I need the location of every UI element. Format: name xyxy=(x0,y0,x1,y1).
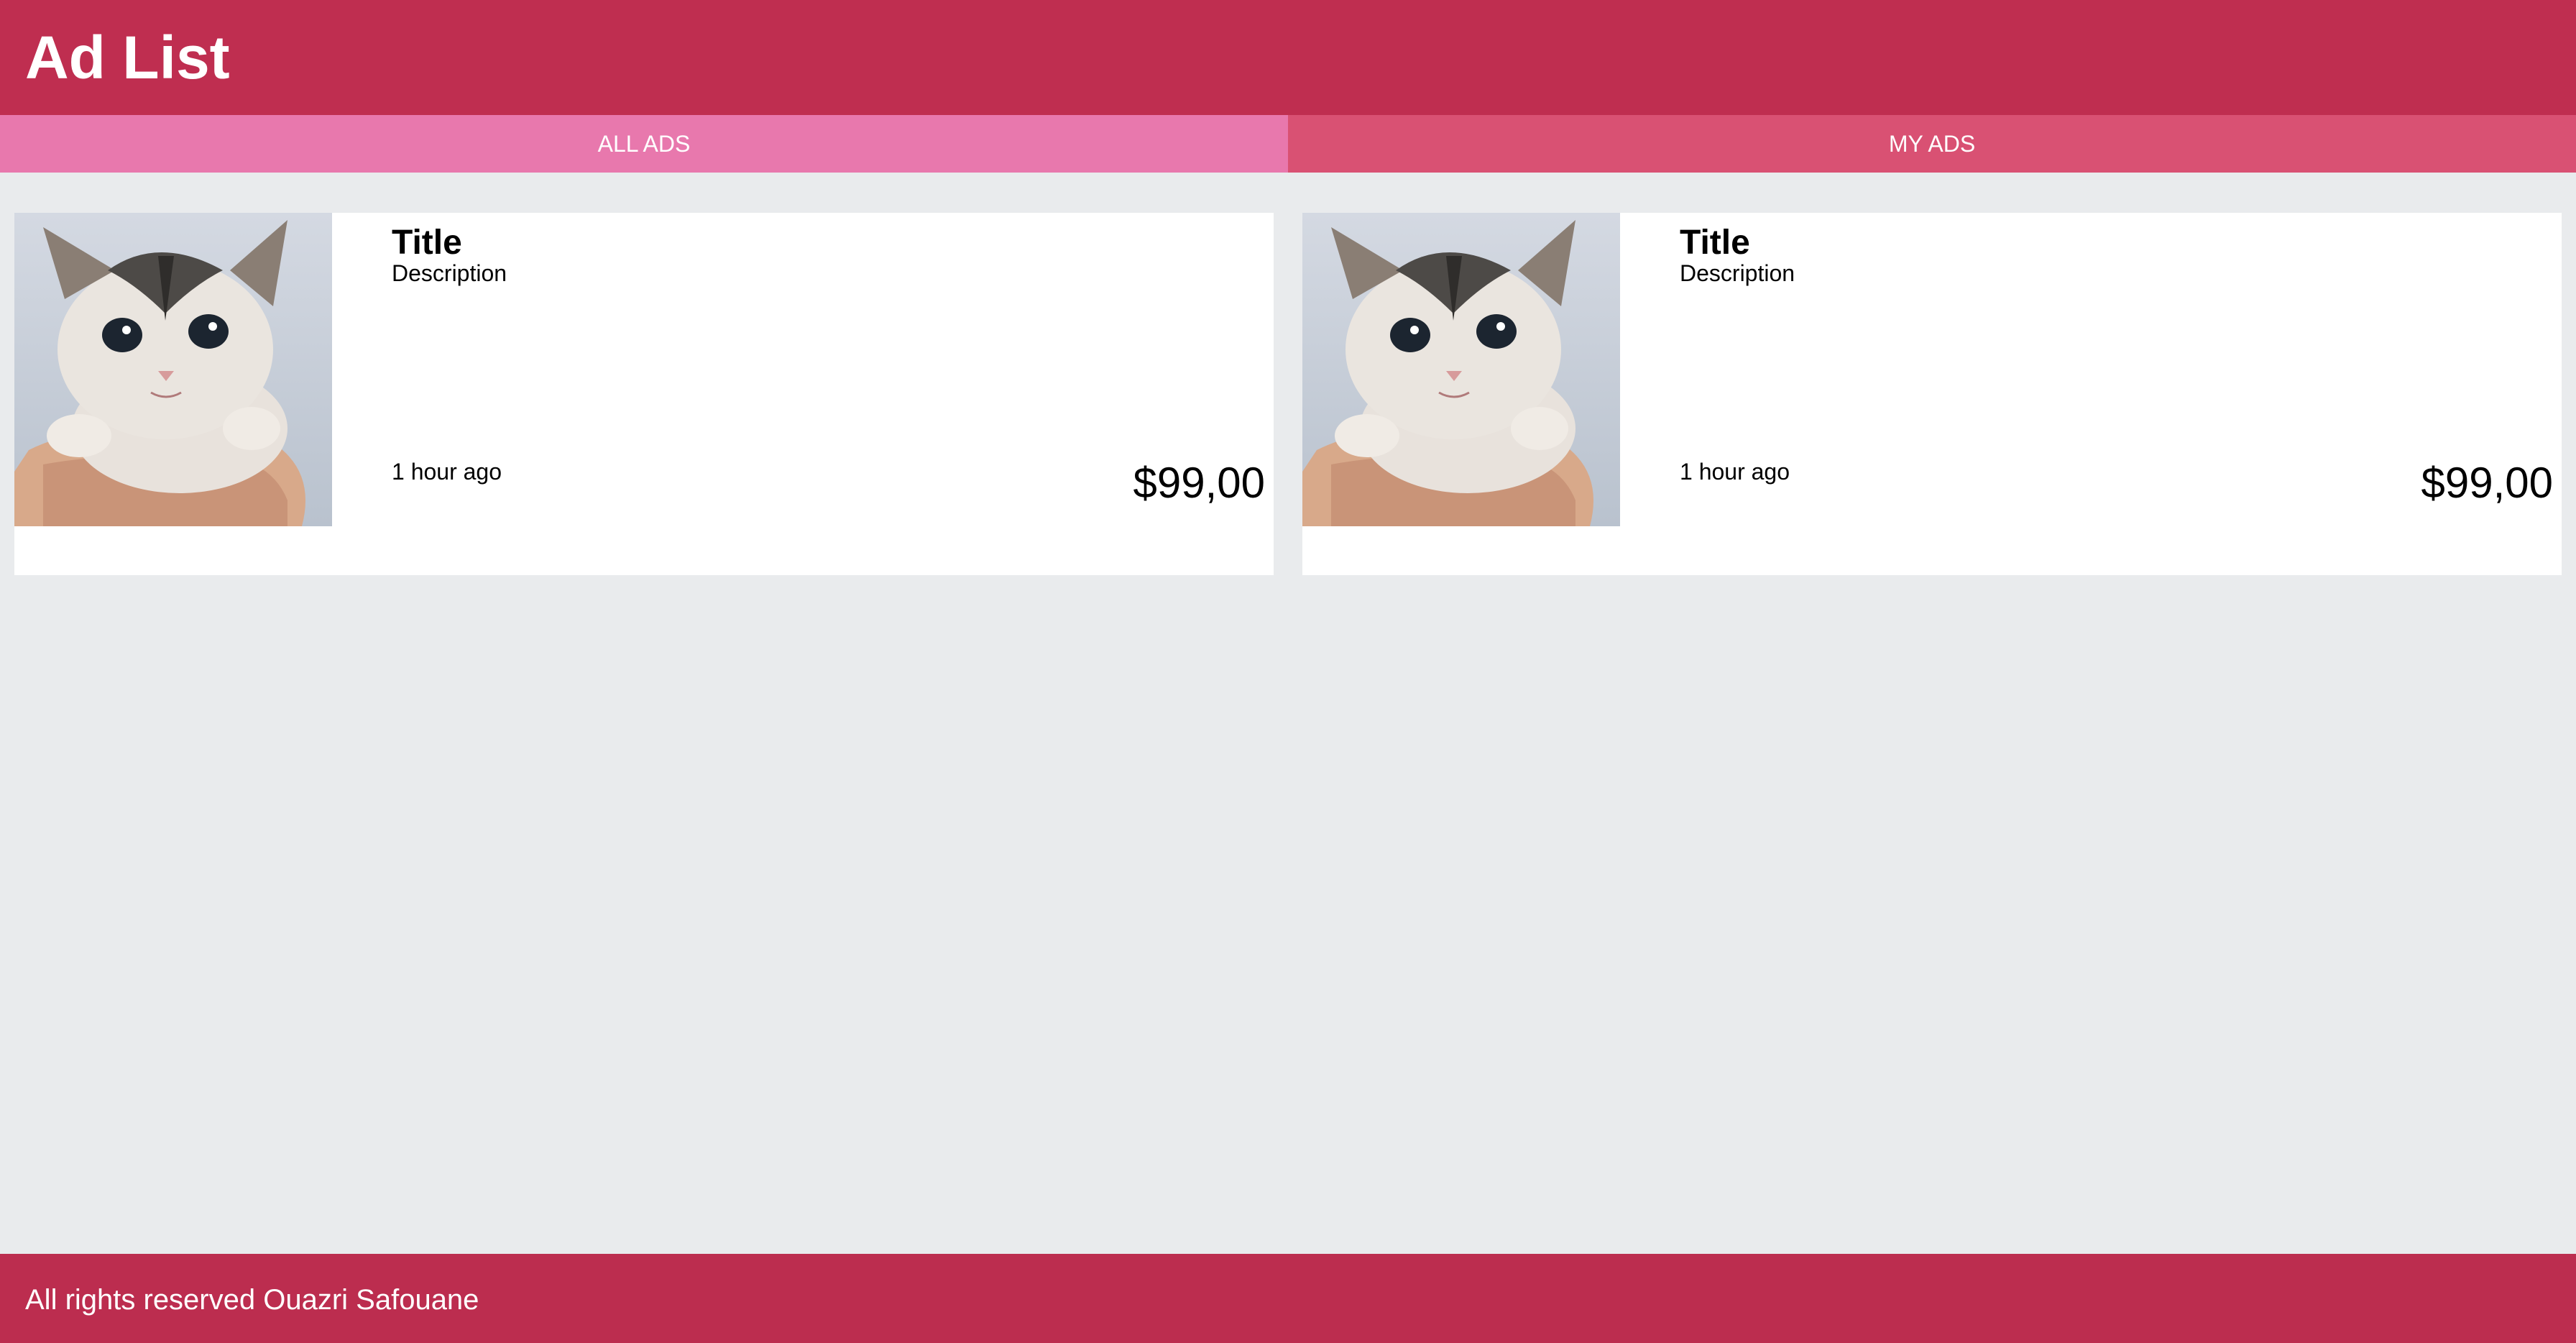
tab-all-ads[interactable]: ALL ADS xyxy=(0,115,1288,173)
ad-description: Description xyxy=(1680,260,1795,286)
ad-timestamp: 1 hour ago xyxy=(392,459,502,485)
kitten-photo-icon xyxy=(1302,213,1620,526)
app-root: Ad List ALL ADS MY ADS Title Description… xyxy=(0,0,2576,1343)
ad-timestamp: 1 hour ago xyxy=(1680,459,1790,485)
app-footer: All rights reserved Ouazri Safouane xyxy=(0,1254,2576,1343)
ad-title: Title xyxy=(1680,224,1750,262)
tab-my-ads[interactable]: MY ADS xyxy=(1288,115,2576,173)
page-title: Ad List xyxy=(25,24,230,91)
kitten-photo-icon xyxy=(14,213,332,526)
ad-image xyxy=(1302,213,1620,526)
ad-card[interactable]: Title Description 1 hour ago $99,00 xyxy=(1302,213,2562,575)
ad-title: Title xyxy=(392,224,462,262)
footer-text: All rights reserved Ouazri Safouane xyxy=(25,1284,479,1316)
ad-description: Description xyxy=(392,260,507,286)
ad-image xyxy=(14,213,332,526)
ad-price: $99,00 xyxy=(1133,459,1265,507)
tab-bar: ALL ADS MY ADS xyxy=(0,115,2576,173)
ad-price: $99,00 xyxy=(2421,459,2553,507)
app-header: Ad List xyxy=(0,0,2576,115)
ad-card[interactable]: Title Description 1 hour ago $99,00 xyxy=(14,213,1274,575)
